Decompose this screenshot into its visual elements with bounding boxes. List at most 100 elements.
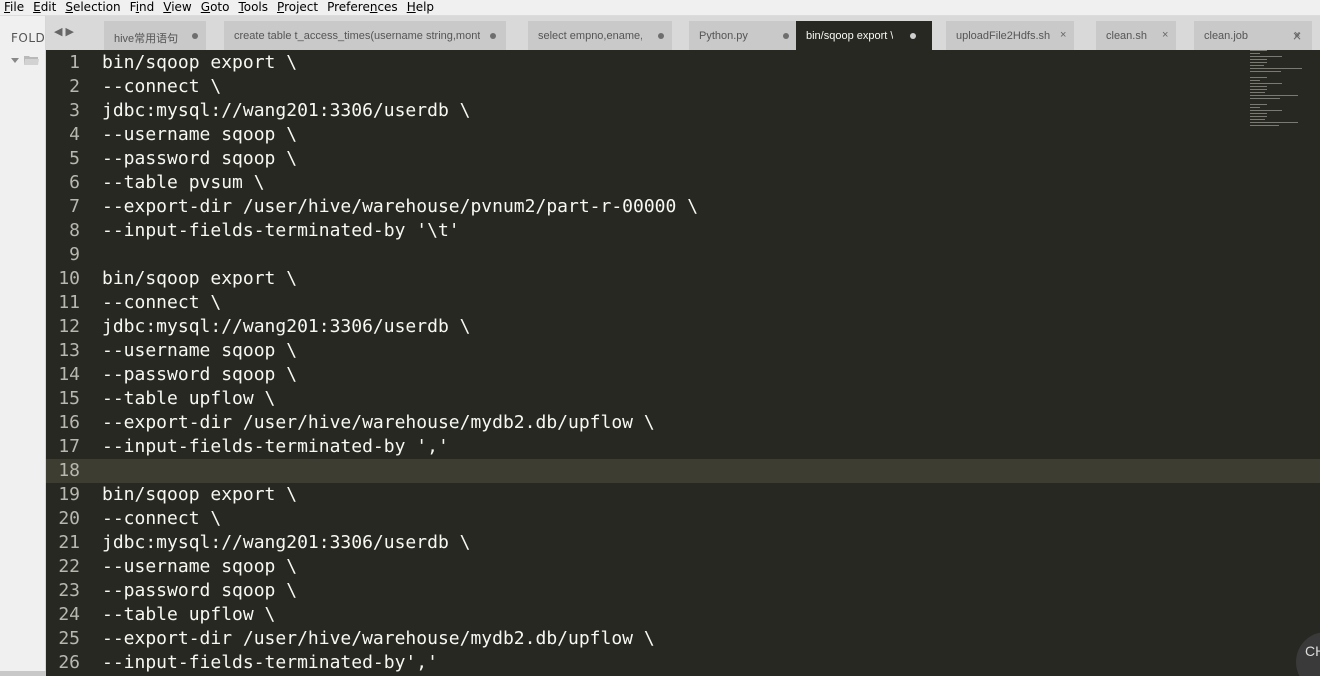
code-line[interactable]: --export-dir /user/hive/warehouse/mydb2.… [102, 627, 655, 651]
minimap-line [1250, 110, 1282, 111]
minimap-line [1250, 113, 1267, 114]
menu-item[interactable]: File [0, 0, 29, 15]
tab-3[interactable]: select empno,ename, [528, 21, 672, 50]
code-line[interactable]: jdbc:mysql://wang201:3306/userdb \ [102, 531, 470, 555]
menu-item[interactable]: Goto [197, 0, 235, 15]
minimap-line [1250, 86, 1267, 87]
minimap-line [1250, 59, 1267, 60]
tab-6[interactable]: uploadFile2Hdfs.sh × [946, 21, 1074, 50]
menu-item[interactable]: Find [126, 0, 160, 15]
line-number: 12 [58, 316, 80, 337]
tab-4[interactable]: Python.py [689, 21, 797, 50]
line-number: 24 [58, 604, 80, 625]
line-number: 17 [58, 436, 80, 457]
tab-bar: ◀ ▶ hive常用语句 create table t_access_times(… [46, 16, 1320, 50]
code-line[interactable]: jdbc:mysql://wang201:3306/userdb \ [102, 99, 470, 123]
tab-unsaved-indicator[interactable] [783, 29, 789, 42]
menu-item[interactable]: Tools [234, 0, 273, 15]
menu-item-text: ces [377, 0, 398, 14]
line-number: 6 [69, 172, 80, 193]
horizontal-scrollbar[interactable] [0, 671, 46, 676]
minimap-line [1250, 95, 1298, 96]
line-number: 22 [58, 556, 80, 577]
tab-2[interactable]: create table t_access_times(username str… [224, 21, 506, 50]
code-line[interactable]: --connect \ [102, 291, 221, 315]
code-line[interactable]: --table upflow \ [102, 387, 275, 411]
tab-navigation: ◀ ▶ [54, 25, 74, 38]
minimap-line [1250, 125, 1279, 126]
code-line[interactable]: --connect \ [102, 507, 221, 531]
minimap-line [1250, 116, 1267, 117]
minimap-line [1250, 122, 1298, 123]
tab-5[interactable]: bin/sqoop export \ [796, 21, 932, 50]
tab-scroll-right-icon[interactable]: ▶ [65, 25, 73, 38]
code-line[interactable]: --input-fields-terminated-by',' [102, 651, 438, 675]
tab-close-icon[interactable]: × [1162, 29, 1168, 41]
input-method-label: CH [1305, 643, 1320, 659]
menu-item[interactable]: View [159, 0, 196, 15]
tab-close-icon[interactable]: × [1060, 29, 1066, 41]
folder-icon[interactable] [24, 55, 39, 65]
code-line[interactable]: --password sqoop \ [102, 363, 297, 387]
menu-item[interactable]: Selection [61, 0, 125, 15]
menu-item-text: roject [284, 0, 319, 14]
menu-item-text: iew [171, 0, 192, 14]
code-line[interactable]: --connect \ [102, 75, 221, 99]
unsaved-dot-icon[interactable] [910, 33, 916, 39]
tab-unsaved-indicator[interactable] [490, 29, 496, 42]
unsaved-dot-icon[interactable] [783, 33, 789, 39]
tab-scroll-left-icon[interactable]: ◀ [54, 25, 62, 38]
line-number: 3 [69, 100, 80, 121]
minimap-line [1250, 83, 1282, 84]
code-line[interactable]: --username sqoop \ [102, 555, 297, 579]
menu-item[interactable]: Project [273, 0, 323, 15]
sublime-text-window: File Edit Selection Find View Goto Tools Projec… [0, 0, 1320, 676]
line-number: 5 [69, 148, 80, 169]
tab-label: clean.sh [1106, 30, 1147, 42]
menu-item[interactable]: Preferences [323, 0, 403, 15]
code-line[interactable]: --input-fields-terminated-by ',' [102, 435, 449, 459]
code-line[interactable]: --table pvsum \ [102, 171, 265, 195]
chevron-down-icon[interactable] [11, 58, 19, 63]
unsaved-dot-icon[interactable] [490, 33, 496, 39]
code-line[interactable]: --table upflow \ [102, 603, 275, 627]
minimap-line [1250, 119, 1265, 120]
code-line[interactable]: bin/sqoop export \ [102, 51, 297, 75]
menu-item-text: elp [415, 0, 435, 14]
menu-item-text: election [72, 0, 121, 14]
menu-item-mnemonic: G [200, 0, 211, 14]
code-line[interactable]: --input-fields-terminated-by '\t' [102, 219, 460, 243]
code-line[interactable]: bin/sqoop export \ [102, 267, 297, 291]
minimap-line [1250, 98, 1280, 99]
unsaved-dot-icon[interactable] [192, 33, 198, 39]
code-line[interactable]: bin/sqoop export \ [102, 483, 297, 507]
menu-item[interactable]: Edit [29, 0, 61, 15]
menu-item[interactable]: Help [403, 0, 439, 15]
minimap-line [1250, 104, 1267, 105]
tab-1[interactable]: hive常用语句 [104, 21, 206, 50]
code-line[interactable]: --export-dir /user/hive/warehouse/pvnum2… [102, 195, 698, 219]
line-number: 21 [58, 532, 80, 553]
minimap[interactable] [1250, 50, 1310, 126]
code-line[interactable]: --password sqoop \ [102, 579, 297, 603]
tab-unsaved-indicator[interactable] [658, 29, 664, 42]
minimap-line [1250, 71, 1281, 72]
unsaved-dot-icon[interactable] [658, 33, 664, 39]
minimap-line [1250, 53, 1260, 54]
menu-item-text: ile [10, 0, 25, 14]
code-line[interactable]: --password sqoop \ [102, 147, 297, 171]
code-editor[interactable]: 1 2 3 4 5 6 7 8 9 10 11 12 13 14 15 16 17 18 19 20 21 22 23 24 2… [46, 50, 1320, 676]
menu-item-text: Prefere [327, 0, 370, 14]
line-number: 19 [58, 484, 80, 505]
line-number: 16 [58, 412, 80, 433]
tab-unsaved-indicator[interactable] [192, 29, 198, 42]
code-line[interactable]: --username sqoop \ [102, 339, 297, 363]
tab-unsaved-indicator[interactable] [910, 29, 916, 42]
code-line[interactable]: --export-dir /user/hive/warehouse/mydb2.… [102, 411, 655, 435]
code-line[interactable]: --username sqoop \ [102, 123, 297, 147]
close-icon[interactable]: × [1292, 29, 1302, 43]
line-number: 15 [58, 388, 80, 409]
line-number: 10 [58, 268, 80, 289]
tab-7[interactable]: clean.sh × [1096, 21, 1176, 50]
code-line[interactable]: jdbc:mysql://wang201:3306/userdb \ [102, 315, 470, 339]
